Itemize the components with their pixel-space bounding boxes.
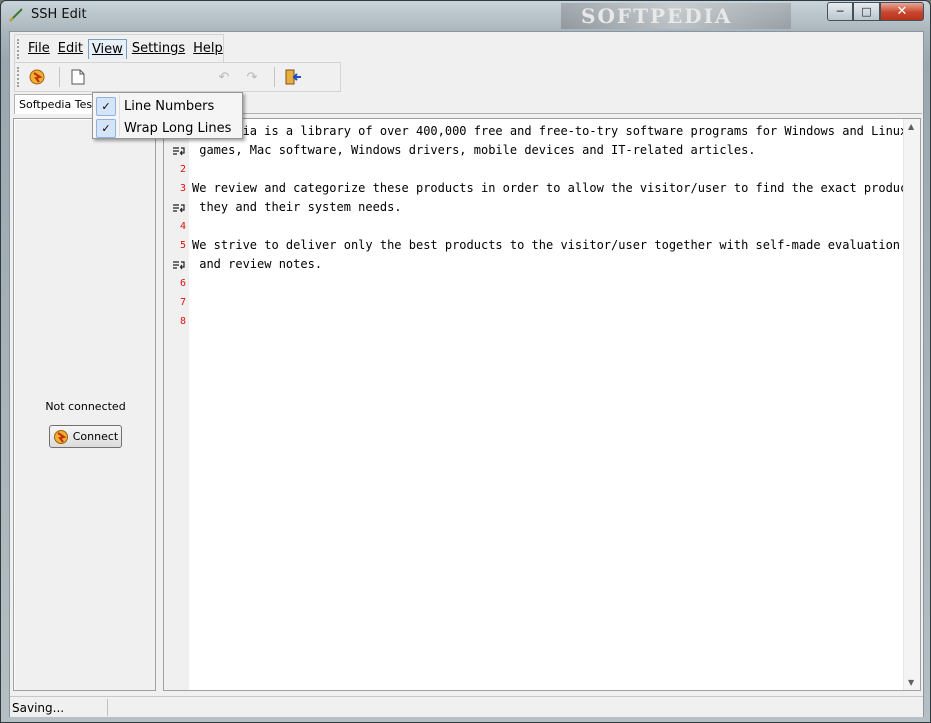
line-text: Softpedia is a library of over 400,000 f… — [192, 124, 915, 138]
editor-line[interactable]: 5 We strive to deliver only the best prod… — [164, 236, 900, 255]
line-text: they and their system needs. — [192, 200, 402, 214]
toolbar: ↶ ↷ — [14, 62, 341, 92]
editor-line[interactable]: 6 — [164, 274, 894, 293]
title-bar[interactable]: SSH Edit SOFTPEDIA ─ □ ✕ — [1, 1, 930, 31]
plug-icon — [53, 429, 68, 444]
new-file-button[interactable] — [66, 66, 90, 88]
connect-button-label: Connect — [72, 430, 119, 443]
editor-line[interactable]: 4 — [164, 217, 894, 236]
scroll-down-icon[interactable]: ▼ — [908, 678, 914, 687]
editor-line[interactable]: 7 — [164, 293, 894, 312]
line-text: We strive to deliver only the best produ… — [192, 238, 901, 252]
tab-softpedia-test[interactable]: Softpedia Test — [14, 94, 94, 114]
redo-icon: ↷ — [246, 69, 258, 85]
editor-line[interactable]: and review notes. — [164, 255, 894, 274]
editor-line[interactable]: 8 — [164, 312, 894, 331]
menu-item-wrap-long-lines[interactable]: ✓ Wrap Long Lines — [95, 117, 240, 139]
view-menu-dropdown: ✓ Line Numbers ✓ Wrap Long Lines — [92, 92, 243, 139]
editor-line[interactable]: games, Mac software, Windows drivers, mo… — [164, 141, 894, 160]
menu-file-label: File — [28, 41, 50, 56]
menu-edit-label: Edit — [57, 41, 83, 56]
status-text: Saving... — [12, 701, 65, 715]
minimize-icon: ─ — [836, 5, 844, 18]
window-controls: ─ □ ✕ — [827, 2, 924, 22]
watermark-logo: SOFTPEDIA — [561, 3, 791, 29]
menu-bar: File Edit View Settings Help — [14, 34, 224, 62]
line-number: 8 — [179, 316, 186, 327]
toolbar-separator — [59, 67, 60, 87]
status-separator — [107, 699, 108, 716]
toolbar-grip[interactable] — [17, 67, 20, 87]
menu-help[interactable]: Help — [190, 39, 226, 58]
toolbar-separator — [274, 67, 275, 87]
menu-item-line-numbers[interactable]: ✓ Line Numbers — [95, 95, 240, 117]
client-area: File Edit View Settings Help ↶ ↷ Softped… — [9, 31, 924, 717]
menu-edit[interactable]: Edit — [55, 39, 86, 58]
checkmark-icon: ✓ — [96, 96, 116, 116]
connect-toolbar-button[interactable] — [25, 66, 49, 88]
menu-settings-label: Settings — [131, 41, 186, 56]
line-number: 6 — [179, 278, 186, 289]
line-text: We review and categorize these products … — [192, 181, 915, 195]
editor-line[interactable]: 2 — [164, 160, 894, 179]
plug-icon — [29, 69, 45, 85]
window-title: SSH Edit — [31, 7, 87, 22]
line-number: 2 — [179, 164, 186, 175]
checkmark-icon: ✓ — [96, 118, 116, 138]
wrap-indicator-icon — [172, 141, 188, 160]
menu-settings[interactable]: Settings — [129, 39, 188, 58]
menu-view-label: View — [91, 41, 123, 57]
line-numbers-label: Line Numbers — [124, 98, 215, 114]
editor-line[interactable]: they and their system needs. — [164, 198, 894, 217]
editor-line[interactable]: 1Softpedia is a library of over 400,000 … — [164, 122, 915, 141]
line-number: 3 — [179, 183, 186, 194]
new-document-icon — [71, 69, 85, 85]
connection-panel: Not connected Connect — [13, 118, 156, 691]
menu-view[interactable]: View — [87, 38, 127, 59]
status-bar: Saving... — [10, 696, 923, 717]
wrap-long-lines-label: Wrap Long Lines — [124, 120, 232, 136]
redo-button[interactable]: ↷ — [240, 66, 264, 88]
wrap-indicator-icon — [172, 198, 188, 217]
close-button[interactable]: ✕ — [880, 2, 924, 21]
line-number: 7 — [179, 297, 186, 308]
wrap-indicator-icon — [172, 255, 188, 274]
vertical-scrollbar[interactable]: ▲ ▼ — [903, 119, 920, 690]
exit-button[interactable] — [281, 66, 305, 88]
menubar-grip[interactable] — [17, 39, 20, 59]
line-text: games, Mac software, Windows drivers, mo… — [192, 143, 756, 157]
close-icon: ✕ — [896, 4, 908, 19]
line-number: 4 — [179, 221, 186, 232]
connect-button[interactable]: Connect — [49, 425, 122, 448]
line-number: 5 — [179, 240, 186, 251]
undo-icon: ↶ — [218, 69, 230, 85]
exit-door-icon — [285, 69, 301, 85]
connection-status: Not connected — [45, 400, 126, 413]
maximize-button[interactable]: □ — [853, 2, 880, 21]
app-icon — [9, 8, 23, 22]
minimize-button[interactable]: ─ — [827, 2, 853, 21]
text-editor[interactable]: 1Softpedia is a library of over 400,000 … — [163, 118, 921, 691]
undo-button[interactable]: ↶ — [212, 66, 236, 88]
app-window: SSH Edit SOFTPEDIA ─ □ ✕ File Edit View … — [0, 0, 931, 723]
line-text: and review notes. — [192, 257, 323, 271]
menu-help-label: Help — [193, 41, 223, 56]
maximize-icon: □ — [861, 5, 872, 18]
scroll-up-icon[interactable]: ▲ — [908, 122, 914, 131]
editor-line[interactable]: 3 We review and categorize these products… — [164, 179, 915, 198]
menu-file[interactable]: File — [25, 39, 53, 58]
